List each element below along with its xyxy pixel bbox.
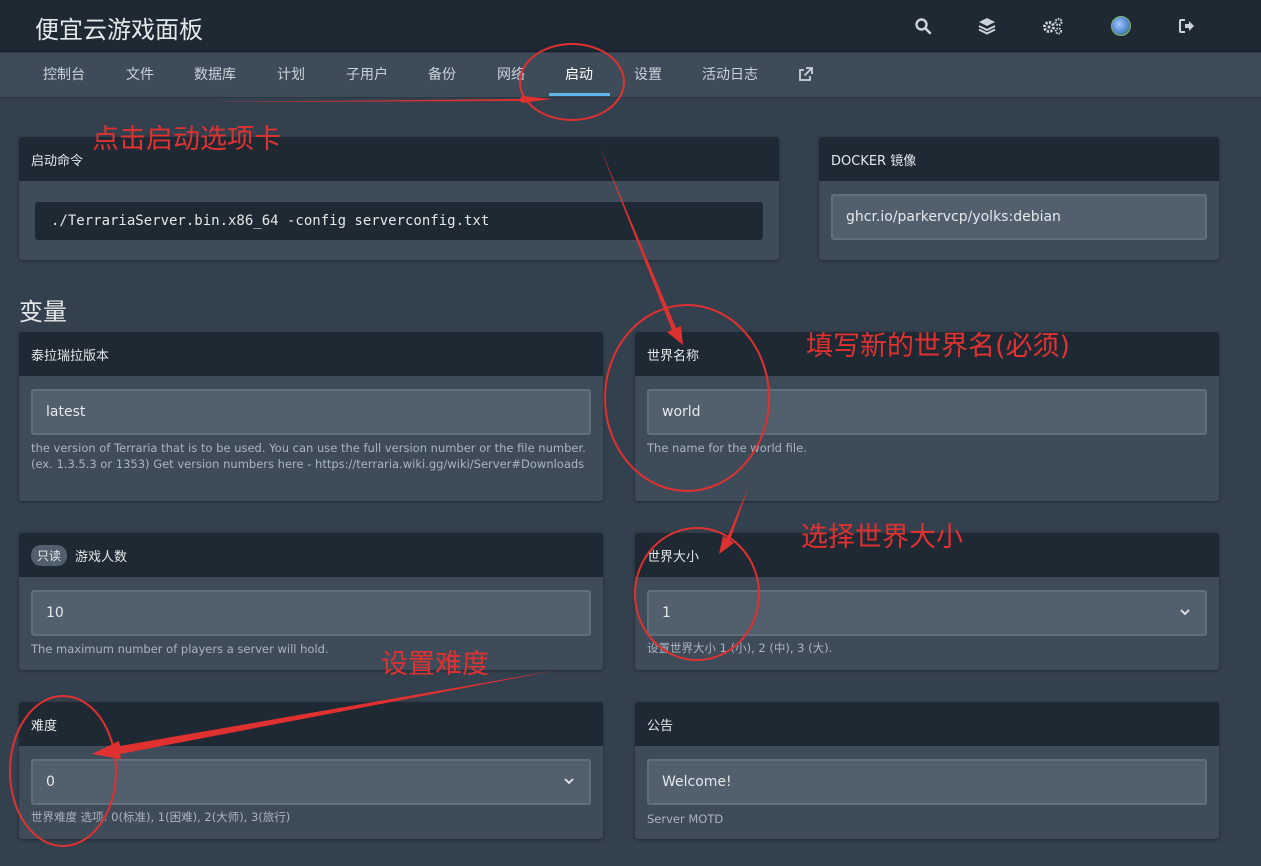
- external-link-icon[interactable]: [798, 67, 813, 83]
- variable-card-version: 泰拉瑞拉版本 latest the version of Terraria th…: [19, 332, 603, 501]
- variable-description: 设置世界大小 1 (小), 2 (中), 3 (大).: [647, 641, 833, 655]
- variable-title: 难度: [19, 702, 603, 746]
- docker-image-title: DOCKER 镜像: [819, 137, 1219, 181]
- tab-subusers[interactable]: 子用户: [346, 53, 388, 97]
- tab-console[interactable]: 控制台: [43, 53, 85, 97]
- variable-description: The maximum number of players a server w…: [31, 642, 329, 656]
- annotation-click-tab: 点击启动选项卡: [92, 124, 281, 155]
- chevron-down-icon: [1180, 609, 1190, 616]
- variable-card-difficulty: 难度 0 世界难度 选项: 0(标准), 1(困难), 2(大师), 3(旅行): [19, 702, 603, 839]
- variable-description: the version of Terraria that is to be us…: [31, 441, 586, 471]
- world-size-select[interactable]: 1: [647, 590, 1207, 636]
- layers-icon[interactable]: [975, 14, 999, 38]
- variable-title: 游戏人数: [75, 549, 128, 565]
- tab-backups[interactable]: 备份: [428, 53, 456, 97]
- annotation-world-name: 填写新的世界名(必须): [806, 331, 1071, 362]
- avatar[interactable]: [1109, 14, 1133, 38]
- top-header: 便宜云游戏面板: [0, 0, 1261, 52]
- variable-description: Server MOTD: [647, 812, 724, 826]
- difficulty-select[interactable]: 0: [31, 759, 591, 805]
- gears-icon[interactable]: [1041, 14, 1065, 38]
- world-name-input[interactable]: world: [647, 389, 1207, 435]
- read-only-badge: 只读: [31, 544, 68, 566]
- search-icon[interactable]: [911, 14, 935, 38]
- active-tab-indicator: [549, 93, 610, 96]
- tab-activity-log[interactable]: 活动日志: [702, 53, 758, 97]
- tab-settings[interactable]: 设置: [634, 53, 662, 97]
- variable-card-max-players: 只读 游戏人数 10 The maximum number of players…: [19, 533, 603, 670]
- max-players-input[interactable]: 10: [31, 590, 591, 636]
- variables-heading: 变量: [19, 298, 67, 326]
- logout-icon[interactable]: [1175, 14, 1199, 38]
- startup-command-value: ./TerrariaServer.bin.x86_64 -config serv…: [35, 202, 763, 240]
- motd-input[interactable]: Welcome!: [647, 759, 1207, 805]
- variable-title: 公告: [635, 702, 1219, 746]
- chevron-down-icon: [564, 778, 574, 785]
- variable-title: 泰拉瑞拉版本: [19, 332, 603, 376]
- tab-startup[interactable]: 启动: [565, 53, 593, 97]
- variable-card-motd: 公告 Welcome! Server MOTD: [635, 702, 1219, 839]
- variable-title-row: 只读 游戏人数: [19, 533, 603, 577]
- tab-databases[interactable]: 数据库: [194, 53, 236, 97]
- annotation-difficulty: 设置难度: [381, 649, 489, 680]
- variable-description: 世界难度 选项: 0(标准), 1(困难), 2(大师), 3(旅行): [31, 810, 291, 824]
- tab-network[interactable]: 网络: [497, 53, 525, 97]
- tab-files[interactable]: 文件: [126, 53, 154, 97]
- annotation-world-size: 选择世界大小: [801, 522, 963, 553]
- tab-schedules[interactable]: 计划: [277, 53, 305, 97]
- docker-image-select[interactable]: ghcr.io/parkervcp/yolks:debian: [831, 194, 1207, 240]
- docker-image-card: DOCKER 镜像 ghcr.io/parkervcp/yolks:debian: [819, 137, 1219, 260]
- world-size-value: 1: [662, 605, 671, 621]
- variable-description: The name for the world file.: [647, 441, 807, 455]
- difficulty-value: 0: [46, 774, 55, 790]
- server-tabs: 控制台 文件 数据库 计划 子用户 备份 网络 启动 设置 活动日志: [0, 53, 1261, 98]
- panel-title[interactable]: 便宜云游戏面板: [35, 10, 203, 45]
- version-input[interactable]: latest: [31, 389, 591, 435]
